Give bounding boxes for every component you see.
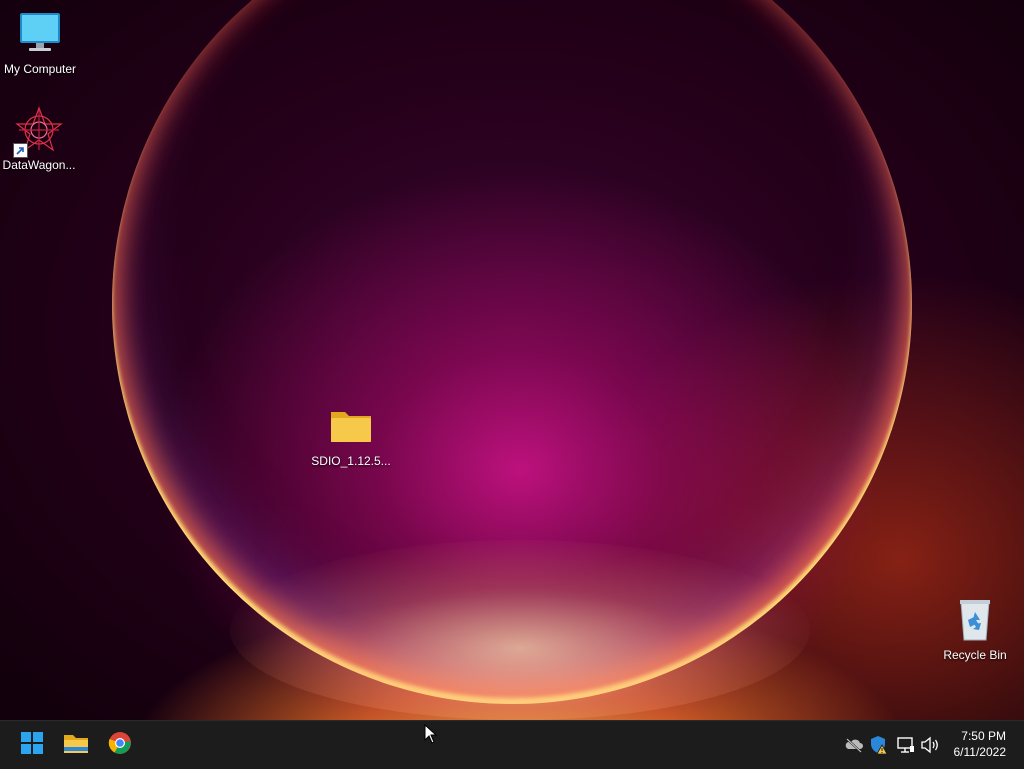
file-explorer-button[interactable] (56, 725, 96, 765)
windows-security-warning-icon (868, 736, 888, 759)
start-button[interactable] (12, 725, 52, 765)
desktop-icon-datawagon[interactable]: DataWagon... (0, 106, 79, 172)
taskbar-clock[interactable]: 7:50 PM 6/11/2022 (954, 728, 1007, 760)
shortcut-arrow-icon (13, 143, 28, 158)
file-explorer-icon (63, 731, 89, 760)
volume-button[interactable] (920, 735, 940, 755)
network-button[interactable] (896, 735, 916, 755)
folder-icon (327, 402, 375, 450)
network-icon (896, 737, 916, 759)
onedrive-offline-button[interactable] (844, 735, 864, 755)
computer-icon (16, 10, 64, 58)
onedrive-offline-icon (844, 738, 864, 759)
desktop-icon-label: DataWagon... (2, 158, 76, 172)
wallpaper-glow (230, 540, 810, 720)
windows-security-button[interactable] (868, 735, 888, 755)
desktop[interactable]: My Computer DataWagon... SDIO_1.12.5... … (0, 0, 1024, 720)
wallpaper-ring (112, 0, 912, 704)
desktop-icon-label: My Computer (3, 62, 77, 76)
desktop-icon-label: SDIO_1.12.5... (311, 454, 391, 468)
volume-icon (920, 736, 940, 759)
windows-start-icon (20, 731, 44, 760)
mouse-pointer-icon (424, 723, 438, 744)
clock-time: 7:50 PM (961, 729, 1006, 743)
desktop-icon-recycle-bin[interactable]: Recycle Bin (935, 596, 1015, 662)
desktop-icon-my-computer[interactable]: My Computer (0, 10, 80, 76)
chrome-button[interactable] (100, 725, 140, 765)
clock-date: 6/11/2022 (953, 745, 1007, 759)
taskbar: 7:50 PM 6/11/2022 (0, 720, 1024, 769)
chrome-icon (108, 731, 132, 760)
desktop-icon-sdio-folder[interactable]: SDIO_1.12.5... (311, 402, 391, 468)
desktop-icon-label: Recycle Bin (943, 648, 1007, 662)
recycle-bin-icon (951, 596, 999, 644)
datawagon-shortcut-icon (13, 106, 63, 158)
